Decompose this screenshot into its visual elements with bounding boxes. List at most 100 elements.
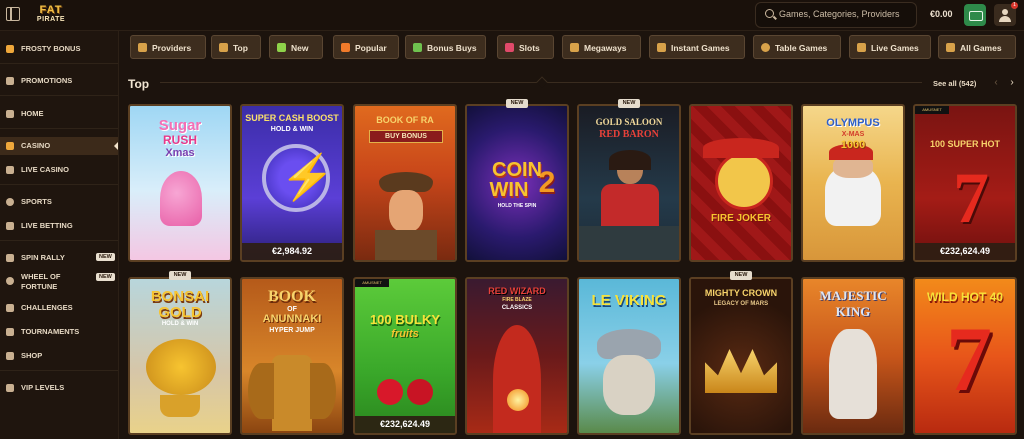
sidebar-item-challenges[interactable]: CHALLENGES [0,299,118,317]
sidebar-item-sports[interactable]: SPORTS [0,193,118,211]
logo-bottom-text: PIRATE [36,16,66,23]
game-title-text: HOLD & WIN [270,126,314,133]
sidebar-item-vip-levels[interactable]: VIP LEVELS [0,379,118,397]
game-title-text: GOLD SALOON [595,117,663,127]
sidebar-item-tournaments[interactable]: TOURNAMENTS [0,323,118,341]
game-tile-majestic-king[interactable]: MAJESTIC KING [801,277,905,435]
game-tile-bonsai-gold[interactable]: BONSAI GOLD HOLD & WIN [128,277,232,435]
sidebar-item-spin-rally[interactable]: SPIN RALLY NEW [0,249,118,267]
gift-icon [6,45,14,53]
trophy-icon [6,328,14,336]
category-megaways[interactable]: Megaways [562,35,641,59]
lightning-icon: ⚡ [280,153,335,202]
category-live-games[interactable]: Live Games [849,35,931,59]
game-tile-red-wizard[interactable]: RED WIZARD FIRE BLAZE CLASSICS [465,277,569,435]
game-title-text: GOLD [158,304,202,321]
prev-arrow-icon[interactable]: ‹ [990,77,1002,89]
jackpot-amount: €2,984.92 [242,243,342,260]
game-tile-100-bulky-fruits[interactable]: AMUSNET 100 BULKY fruits €232,624.49 [353,277,457,435]
sidebar-item-frosty-bonus[interactable]: FROSTY BONUS [0,40,118,58]
next-arrow-icon[interactable]: › [1006,77,1018,89]
category-top[interactable]: Top [211,35,261,59]
sidebar-item-shop[interactable]: SHOP [0,347,118,365]
sidebar-item-live-betting[interactable]: LIVE BETTING [0,217,118,235]
category-new[interactable]: New [269,35,323,59]
sidebar-item-label: CASINO [21,141,51,150]
divider [0,184,118,185]
category-label: Live Games [871,43,919,53]
game-tile-gold-saloon-red-baron[interactable]: GOLD SALOON RED BARON [577,104,681,262]
explorer-body-art [375,230,437,260]
divider [0,128,118,129]
game-tile-sugar-rush-xmas[interactable]: Sugar RUSH Xmas [128,104,232,262]
new-icon [277,43,286,52]
gold-pot-art [160,395,200,417]
divider [0,95,118,96]
logo-top-text: FAT [39,4,63,16]
sidebar-item-live-casino[interactable]: LIVE CASINO [0,161,118,179]
wizard-robe-art [493,325,541,433]
cherry-left-art [377,379,403,405]
sidebar-item-casino[interactable]: CASINO [0,137,118,155]
see-all-link[interactable]: See all (542) [933,79,976,88]
search-placeholder: Games, Categories, Providers [779,9,900,19]
sidebar-item-wheel-of-fortune[interactable]: WHEEL OF FORTUNE NEW [0,269,118,293]
game-tile-olympus-xmas-1000[interactable]: OLYMPUS X-MAS 1000 [801,104,905,262]
game-title-text: 7 [946,308,992,410]
category-label: Instant Games [671,43,730,53]
sidebar-item-home[interactable]: HOME [0,105,118,123]
game-title-text: BONSAI [150,288,210,305]
wallet-icon[interactable] [964,4,986,26]
game-tile-le-viking[interactable]: LE VIKING [577,277,681,435]
game-title-text: HOLD THE SPIN [497,203,537,209]
game-title-text: Xmas [165,147,195,159]
sidebar-toggle-icon[interactable] [6,7,20,21]
game-tile-book-of-anunnaki[interactable]: BOOK OF ANUNNAKI HYPER JUMP [240,277,344,435]
category-slots[interactable]: Slots [497,35,554,59]
logo[interactable]: FAT PIRATE [28,4,74,26]
bonus-buy-icon [413,43,422,52]
game-title-text: HYPER JUMP [269,327,315,334]
search-input[interactable]: Games, Categories, Providers [755,2,917,28]
game-title-text: 2 [538,166,556,199]
football-icon [6,198,14,206]
label-line-1: WHEEL OF [21,272,61,281]
category-label: Providers [152,43,192,53]
sidebar-item-label: SPIN RALLY [21,253,65,262]
game-tile-coin-win-2[interactable]: COIN WIN 2 HOLD THE SPIN [465,104,569,262]
category-bonus-buys[interactable]: Bonus Buys [405,35,486,59]
game-tile-100-super-hot[interactable]: AMUSNET 100 SUPER HOT 7 €232,624.49 [913,104,1017,262]
game-title-text: LEGACY OF MARS [713,301,769,307]
hat-art [379,172,433,192]
game-tile-wild-hot-40[interactable]: WILD HOT 40 7 [913,277,1017,435]
divider [0,370,118,371]
sidebar-item-label: CHALLENGES [21,303,73,312]
game-tile-super-cash-boost[interactable]: ⚡ SUPER CASH BOOST HOLD & WIN €2,984.92 [240,104,344,262]
sidebar-item-promotions[interactable]: PROMOTIONS [0,72,118,90]
category-providers[interactable]: Providers [130,35,206,59]
table-games-icon [761,43,770,52]
fire-icon [341,43,350,52]
category-instant-games[interactable]: Instant Games [649,35,745,59]
sidebar-item-label: LIVE CASINO [21,165,69,174]
game-title-text: BOOK [267,288,316,305]
game-title-text: FIRE JOKER [710,213,771,224]
category-table-games[interactable]: Table Games [753,35,841,59]
game-title-text: OF [287,306,297,313]
new-badge: NEW [730,271,752,280]
game-title-text: RED BARON [599,129,659,140]
bonsai-tree-art [146,339,216,395]
category-popular[interactable]: Popular [333,35,399,59]
joker-hat-art [703,138,779,158]
user-icon[interactable]: 1 [994,2,1018,26]
game-tile-mighty-crown[interactable]: MIGHTY CROWN LEGACY OF MARS [689,277,793,435]
live-games-icon [857,43,866,52]
game-tile-book-of-ra[interactable]: BOOK OF RA BUY BONUS [353,104,457,262]
target-icon [6,304,14,312]
sidebar-item-label: VIP LEVELS [21,383,65,392]
category-label: Top [233,43,248,53]
game-tile-fire-joker[interactable]: FIRE JOKER [689,104,793,262]
category-all-games[interactable]: All Games [938,35,1016,59]
wing-right-art [310,363,336,419]
megaphone-icon [6,77,14,85]
